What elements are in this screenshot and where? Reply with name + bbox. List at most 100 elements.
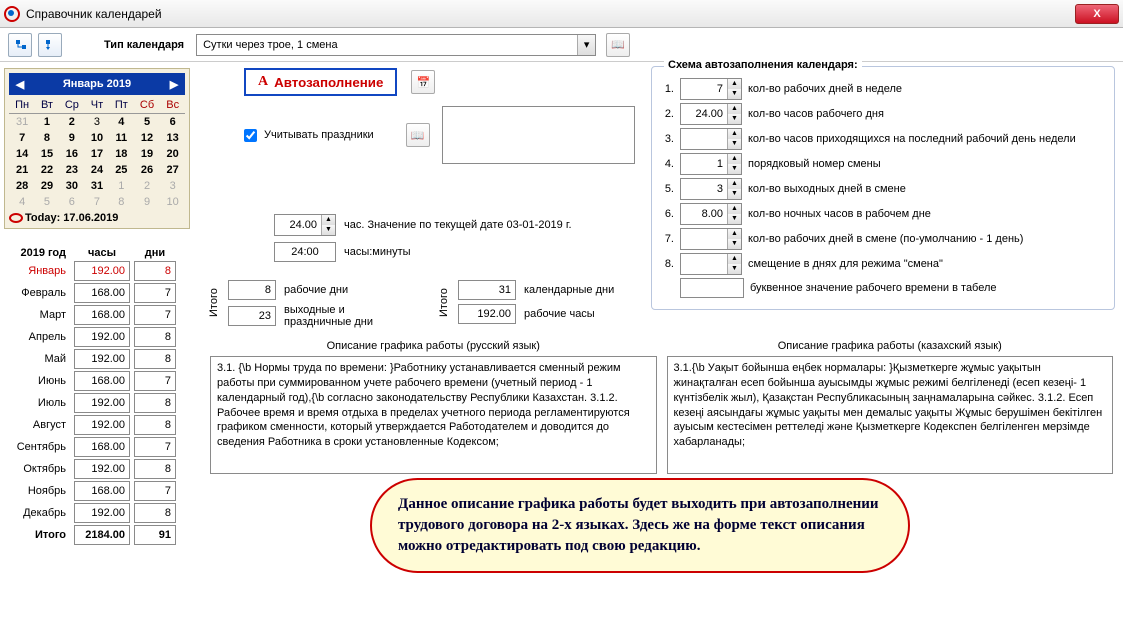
calendar-type-select[interactable]: Сутки через трое, 1 смена ▾	[196, 34, 596, 56]
month-hours[interactable]: 192.00	[74, 327, 130, 347]
toolbar-btn-1[interactable]	[8, 33, 32, 57]
note-field[interactable]	[442, 106, 635, 164]
month-calendar[interactable]: ◀ Январь 2019 ▶ ПнВтСрЧтПтСбВс3112345678…	[4, 68, 190, 229]
month-name: Июнь	[4, 375, 70, 387]
schema-spinner-8[interactable]: ▲▼	[680, 253, 742, 275]
off-days-label: выходные и праздничные дни	[284, 304, 394, 328]
spin-up-icon[interactable]: ▲	[728, 229, 741, 239]
desc-ru-textarea[interactable]: 3.1. {\b Нормы труда по времени: }Работн…	[210, 356, 657, 474]
holidays-checkbox[interactable]	[244, 129, 257, 142]
month-hours[interactable]: 168.00	[74, 437, 130, 457]
month-days[interactable]: 8	[134, 415, 176, 435]
spin-down-icon[interactable]: ▼	[728, 264, 741, 274]
type-help-button[interactable]: 📖	[606, 33, 630, 57]
row-number: 3.	[660, 133, 674, 145]
month-name: Октябрь	[4, 463, 70, 475]
schema-row-4: 4. 1▲▼ порядковый номер смены	[660, 153, 1106, 175]
spin-up-icon[interactable]: ▲	[728, 254, 741, 264]
combo-arrow-icon[interactable]: ▾	[577, 35, 595, 55]
letter-value-field[interactable]	[680, 278, 744, 298]
month-days[interactable]: 8	[134, 327, 176, 347]
calendar-today[interactable]: Today: 17.06.2019	[9, 212, 185, 224]
month-name: Сентябрь	[4, 441, 70, 453]
schema-spinner-4[interactable]: 1▲▼	[680, 153, 742, 175]
hours-spinner[interactable]: 24.00 ▲▼	[274, 214, 336, 236]
month-hours[interactable]: 192.00	[74, 459, 130, 479]
schema-label: кол-во часов рабочего дня	[748, 108, 884, 120]
work-days-val: 8	[228, 280, 276, 300]
spin-down-icon[interactable]: ▼	[322, 225, 335, 235]
month-hours[interactable]: 192.00	[74, 349, 130, 369]
spin-down-icon[interactable]: ▼	[728, 139, 741, 149]
holidays-help-button[interactable]: 📖	[406, 123, 430, 147]
spin-down-icon[interactable]: ▼	[728, 114, 741, 124]
month-hours[interactable]: 192.00	[74, 503, 130, 523]
schema-spinner-3[interactable]: ▲▼	[680, 128, 742, 150]
spin-up-icon[interactable]: ▲	[728, 104, 741, 114]
spin-up-icon[interactable]: ▲	[728, 79, 741, 89]
schema-label: смещение в днях для режима "смена"	[748, 258, 943, 270]
schema-row-3: 3. ▲▼ кол-во часов приходящихся на последн…	[660, 128, 1106, 150]
spin-down-icon[interactable]: ▼	[728, 164, 741, 174]
month-days[interactable]: 8	[134, 459, 176, 479]
schema-label: порядковый номер смены	[748, 158, 881, 170]
schema-legend: Схема автозаполнения календаря:	[664, 59, 862, 71]
month-hours[interactable]: 192.00	[74, 261, 130, 281]
year-row-Сентябрь: Сентябрь 168.007	[4, 437, 196, 457]
itogo-label-left: Итого	[208, 280, 220, 326]
schema-row-7: 7.▲▼кол-во рабочих дней в смене (по-умол…	[660, 228, 1106, 250]
spin-down-icon[interactable]: ▼	[728, 214, 741, 224]
row-number: 4.	[660, 158, 674, 170]
month-days[interactable]: 7	[134, 481, 176, 501]
spin-up-icon[interactable]: ▲	[728, 179, 741, 189]
schema-spinner-5[interactable]: 3▲▼	[680, 178, 742, 200]
month-days[interactable]: 8	[134, 261, 176, 281]
desc-kz-textarea[interactable]: 3.1.{\b Уақыт бойынша еңбек нормалары: }…	[667, 356, 1114, 474]
hm-field[interactable]: 24:00	[274, 242, 336, 262]
desc-kz-heading: Описание графика работы (казахский язык)	[667, 340, 1114, 352]
spin-up-icon[interactable]: ▲	[322, 215, 335, 225]
spin-down-icon[interactable]: ▼	[728, 189, 741, 199]
schema-spinner-7[interactable]: ▲▼	[680, 228, 742, 250]
cal-prev-button[interactable]: ◀	[13, 78, 27, 91]
month-days[interactable]: 8	[134, 503, 176, 523]
row-number: 1.	[660, 83, 674, 95]
spin-up-icon[interactable]: ▲	[728, 129, 741, 139]
month-days[interactable]: 7	[134, 371, 176, 391]
month-name: Март	[4, 309, 70, 321]
spin-down-icon[interactable]: ▼	[728, 89, 741, 99]
month-days[interactable]: 7	[134, 283, 176, 303]
autofill-button[interactable]: A Автозаполнение	[244, 68, 397, 96]
toolbar-btn-2[interactable]	[38, 33, 62, 57]
spin-down-icon[interactable]: ▼	[728, 239, 741, 249]
arrow-tree-icon	[13, 38, 27, 52]
month-days[interactable]: 8	[134, 349, 176, 369]
spin-up-icon[interactable]: ▲	[728, 154, 741, 164]
month-days[interactable]: 7	[134, 305, 176, 325]
close-button[interactable]: X	[1075, 4, 1119, 24]
month-hours[interactable]: 192.00	[74, 415, 130, 435]
schema-row-6: 6.8.00▲▼кол-во ночных часов в рабочем дн…	[660, 203, 1106, 225]
year-row-Апрель: Апрель 192.008	[4, 327, 196, 347]
month-hours[interactable]: 168.00	[74, 305, 130, 325]
month-hours[interactable]: 192.00	[74, 393, 130, 413]
autofill-cal-button[interactable]: 📅	[411, 70, 435, 94]
month-hours[interactable]: 168.00	[74, 371, 130, 391]
schema-spinner-2[interactable]: 24.00▲▼	[680, 103, 742, 125]
month-name: Февраль	[4, 287, 70, 299]
calendar-grid[interactable]: ПнВтСрЧтПтСбВс31123456789101112131415161…	[9, 97, 185, 210]
month-days[interactable]: 8	[134, 393, 176, 413]
cal-next-button[interactable]: ▶	[167, 78, 181, 91]
schema-spinner-1[interactable]: 7▲▼	[680, 78, 742, 100]
hm-label: часы:минуты	[344, 246, 411, 258]
month-name: Апрель	[4, 331, 70, 343]
schema-spinner-6[interactable]: 8.00▲▼	[680, 203, 742, 225]
today-ring-icon	[9, 213, 23, 223]
schema-label: кол-во часов приходящихся на последний р…	[748, 133, 1076, 145]
month-hours[interactable]: 168.00	[74, 283, 130, 303]
calendar-type-value: Сутки через трое, 1 смена	[197, 39, 577, 51]
month-days[interactable]: 7	[134, 437, 176, 457]
month-hours[interactable]: 168.00	[74, 481, 130, 501]
month-name: Ноябрь	[4, 485, 70, 497]
spin-up-icon[interactable]: ▲	[728, 204, 741, 214]
